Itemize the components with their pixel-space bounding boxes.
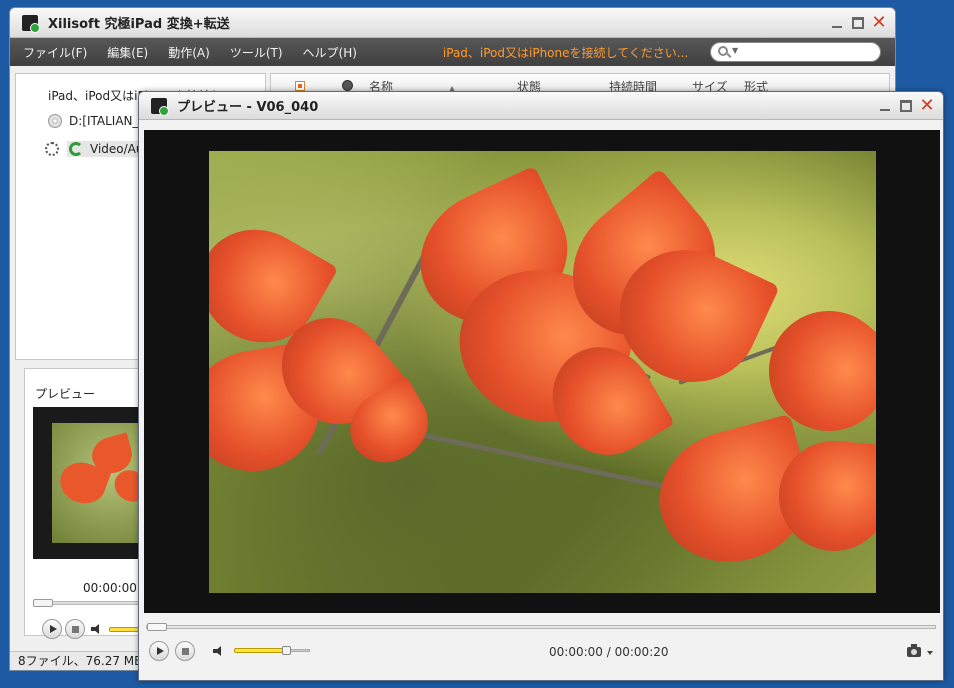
connect-device-hint: iPad、iPod又はiPhoneを接続してください... (442, 45, 689, 60)
menu-action[interactable]: 動作(A) (168, 44, 210, 61)
menu-edit[interactable]: 編集(E) (107, 44, 148, 61)
play-button[interactable] (149, 641, 169, 661)
stop-icon (182, 648, 189, 655)
current-time: 00:00:00 (549, 645, 603, 659)
tree-item-library-label: Video/Au (90, 142, 144, 156)
volume-icon[interactable] (213, 646, 225, 656)
search-box[interactable]: ▼ (710, 42, 881, 62)
video-frame-maple-leaves (209, 151, 876, 593)
app-logo-icon (22, 14, 40, 33)
preview-pane-title: プレビュー (35, 387, 96, 401)
main-titlebar[interactable]: Xilisoft 究極iPad 変換+転送 ✕ (10, 8, 895, 38)
tree-item-library[interactable]: Video/Au (45, 141, 146, 157)
stop-button[interactable] (175, 641, 195, 661)
maximize-icon[interactable] (898, 98, 914, 114)
search-icon[interactable] (718, 46, 728, 56)
search-input[interactable] (743, 44, 873, 60)
menu-tools[interactable]: ツール(T) (230, 44, 283, 61)
loading-spinner-icon (45, 142, 59, 156)
globe-icon (342, 80, 353, 91)
preview-window-title: プレビュー - V06_040 (177, 100, 319, 115)
preview-pane-time: 00:00:00 / (83, 581, 145, 595)
play-icon (157, 647, 164, 655)
tree-item-disc[interactable]: D:[ITALIAN_ (48, 114, 139, 128)
maximize-icon[interactable] (850, 15, 866, 31)
select-all-checkbox[interactable] (295, 81, 305, 91)
preview-pane-stop-button[interactable] (65, 619, 85, 639)
close-icon[interactable]: ✕ (871, 13, 887, 31)
video-display[interactable] (144, 130, 940, 613)
menu-help[interactable]: ヘルプ(H) (303, 44, 357, 61)
volume-level-bar[interactable] (234, 648, 287, 653)
stop-icon (72, 626, 79, 633)
preview-titlebar[interactable]: プレビュー - V06_040 ✕ (139, 92, 943, 120)
total-time: 00:00:20 (614, 645, 669, 659)
camera-snapshot-icon[interactable] (907, 644, 921, 657)
preview-window: プレビュー - V06_040 ✕ 00:00:00 / 00:00:20 (138, 91, 944, 681)
app-logo-icon (151, 97, 169, 116)
disc-icon (48, 114, 62, 128)
close-icon[interactable]: ✕ (919, 96, 935, 114)
chevron-down-icon[interactable] (927, 651, 933, 655)
volume-icon[interactable] (91, 624, 103, 634)
minimize-icon[interactable] (877, 98, 893, 114)
volume-thumb[interactable] (282, 646, 291, 655)
menu-file[interactable]: ファイル(F) (23, 44, 87, 61)
preview-pane-seek-thumb[interactable] (33, 599, 53, 607)
seek-bar[interactable] (146, 623, 936, 631)
playback-time: 00:00:00 / 00:00:20 (549, 645, 669, 659)
play-icon (50, 625, 57, 633)
preview-pane-play-button[interactable] (42, 619, 62, 639)
refresh-icon (69, 142, 83, 156)
tree-item-disc-label: D:[ITALIAN_ (69, 114, 139, 128)
time-separator: / (606, 645, 611, 659)
minimize-icon[interactable] (829, 15, 845, 31)
main-window-title: Xilisoft 究極iPad 変換+転送 (48, 17, 230, 32)
checkbox-icon (295, 81, 305, 91)
status-text: 8ファイル、76.27 MB (18, 654, 143, 668)
seek-thumb[interactable] (147, 623, 167, 631)
chevron-down-icon[interactable]: ▼ (732, 46, 738, 55)
